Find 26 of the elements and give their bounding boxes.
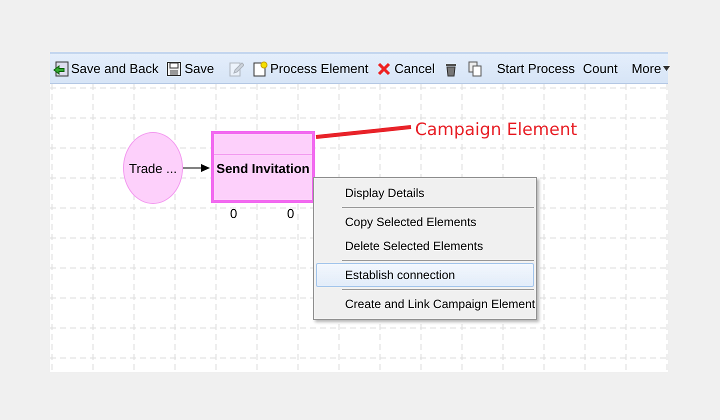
element-count: 0 — [230, 206, 238, 221]
toolbar-button[interactable]: Save — [163, 58, 218, 78]
toolbar-button[interactable]: Start Process — [494, 59, 578, 78]
edit-icon — [228, 60, 244, 76]
more-dropdown[interactable]: More — [628, 59, 674, 78]
toolbar-button[interactable]: Cancel — [373, 58, 438, 78]
menu-item[interactable]: Display Details — [316, 181, 534, 205]
new-page-icon — [252, 60, 268, 76]
toolbar-button[interactable]: Count — [580, 59, 621, 78]
process-element[interactable]: Send Invitation — [211, 131, 315, 203]
menu-item[interactable]: Delete Selected Elements — [316, 234, 534, 258]
element-count: 0 — [287, 206, 294, 221]
connector-arrow — [183, 163, 211, 173]
start-node[interactable]: Trade ... — [123, 132, 183, 204]
copy-icon — [466, 60, 483, 76]
menu-item[interactable]: Establish connection — [316, 263, 534, 287]
annotation-label: Campaign Element — [415, 120, 578, 140]
save-back-icon — [53, 60, 69, 76]
close-icon — [376, 60, 392, 76]
toolbar-button[interactable]: Process Element — [249, 58, 372, 78]
save-icon — [166, 60, 182, 76]
toolbar-button[interactable]: Save and Back — [50, 58, 162, 78]
menu-item[interactable]: Create and Link Campaign Element — [316, 292, 534, 316]
element-title: Send Invitation — [215, 161, 311, 176]
caret-icon — [663, 66, 670, 71]
menu-item[interactable]: Copy Selected Elements — [316, 210, 534, 234]
